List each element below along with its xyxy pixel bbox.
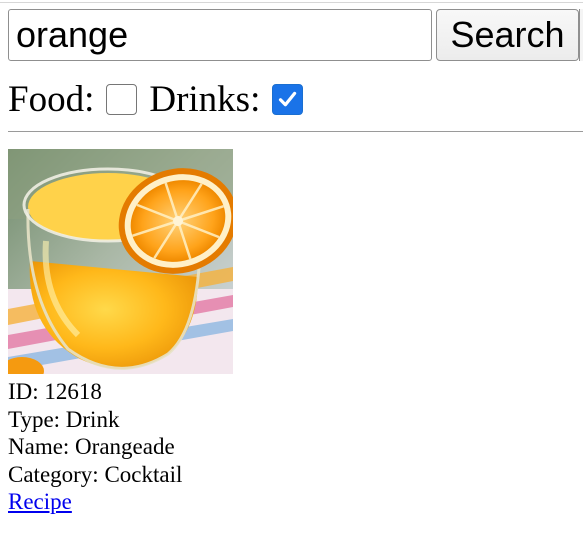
food-filter-label: Food: xyxy=(8,79,95,120)
checkmark-icon xyxy=(279,91,297,107)
result-type: Type: Drink xyxy=(8,406,120,432)
search-button[interactable]: Search xyxy=(436,9,579,61)
orange-cocktail-photo xyxy=(8,149,233,374)
drinks-checkbox[interactable] xyxy=(272,84,304,115)
top-border xyxy=(0,2,583,3)
food-checkbox[interactable] xyxy=(106,84,138,115)
result-category: Category: Cocktail xyxy=(8,461,183,487)
filter-options: Food: Drinks: xyxy=(8,78,304,122)
recipe-link[interactable]: Recipe xyxy=(8,489,72,514)
search-input[interactable] xyxy=(8,9,432,61)
result-id: ID: 12618 xyxy=(8,379,102,404)
result-name: Name: Orangeade xyxy=(8,434,175,459)
result-item: ID: 12618 Type: Drink Name: Orangeade Ca… xyxy=(8,149,308,516)
clipped-control-edge xyxy=(579,9,583,61)
result-details: ID: 12618 Type: Drink Name: Orangeade Ca… xyxy=(8,378,308,516)
search-bar: Search xyxy=(8,9,583,61)
results-divider xyxy=(8,131,583,132)
drinks-filter-label: Drinks: xyxy=(149,79,261,120)
